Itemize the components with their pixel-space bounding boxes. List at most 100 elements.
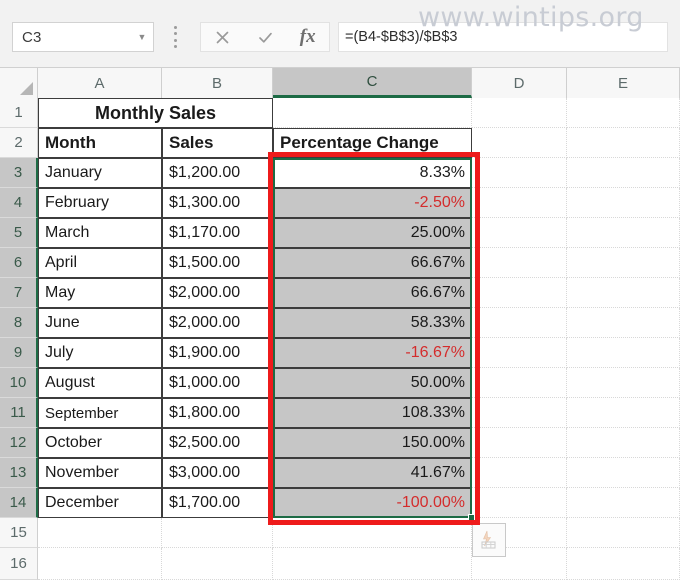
cell-D5[interactable] (472, 218, 567, 248)
cell-A1-title[interactable]: Monthly Sales (38, 98, 273, 128)
name-box[interactable]: C3 ▼ (12, 22, 154, 52)
fx-icon[interactable]: fx (286, 23, 329, 51)
cancel-x-icon[interactable] (201, 23, 244, 51)
cell-D12[interactable] (472, 428, 567, 458)
table-row-cell-month[interactable]: October (38, 428, 162, 458)
fill-handle-icon[interactable] (468, 514, 475, 521)
toolbar-grip-handle[interactable] (172, 26, 178, 48)
column-header-e[interactable]: E (567, 68, 680, 98)
table-row-cell-sales[interactable]: $1,170.00 (162, 218, 273, 248)
spreadsheet-grid[interactable]: A B C D E 1 2 3 4 5 6 7 8 9 10 11 12 13 … (0, 68, 680, 580)
cell-E7[interactable] (567, 278, 680, 308)
table-row-cell-pct[interactable]: 150.00% (273, 428, 472, 458)
cell-C1[interactable] (273, 98, 472, 128)
table-row-cell-sales[interactable]: $1,800.00 (162, 398, 273, 428)
table-row-cell-sales[interactable]: $2,000.00 (162, 308, 273, 338)
row-header-2[interactable]: 2 (0, 128, 38, 158)
table-row-cell-sales[interactable]: $2,500.00 (162, 428, 273, 458)
cell-E2[interactable] (567, 128, 680, 158)
cell-B15[interactable] (162, 518, 273, 548)
table-row-cell-month[interactable]: January (38, 158, 162, 188)
column-header-b[interactable]: B (162, 68, 273, 98)
table-row-cell-sales[interactable]: $1,500.00 (162, 248, 273, 278)
row-header-1[interactable]: 1 (0, 98, 38, 128)
confirm-check-icon[interactable] (244, 23, 287, 51)
row-header-10[interactable]: 10 (0, 368, 38, 398)
row-header-8[interactable]: 8 (0, 308, 38, 338)
row-header-11[interactable]: 11 (0, 398, 38, 428)
table-row-cell-pct[interactable]: -100.00% (273, 488, 472, 518)
cell-D8[interactable] (472, 308, 567, 338)
cell-E5[interactable] (567, 218, 680, 248)
cell-D4[interactable] (472, 188, 567, 218)
table-row-cell-pct[interactable]: 66.67% (273, 278, 472, 308)
table-row-cell-sales[interactable]: $1,200.00 (162, 158, 273, 188)
column-header-d[interactable]: D (472, 68, 567, 98)
cell-D1[interactable] (472, 98, 567, 128)
table-row-cell-month[interactable]: July (38, 338, 162, 368)
chevron-down-icon[interactable]: ▼ (131, 32, 153, 42)
table-row-cell-sales[interactable]: $1,000.00 (162, 368, 273, 398)
cell-E16[interactable] (567, 548, 680, 580)
formula-input[interactable]: =(B4-$B$3)/$B$3 (338, 22, 668, 52)
cell-B2-header-sales[interactable]: Sales (162, 128, 273, 158)
quick-analysis-icon[interactable] (472, 523, 506, 557)
cell-E12[interactable] (567, 428, 680, 458)
cell-D2[interactable] (472, 128, 567, 158)
cell-E14[interactable] (567, 488, 680, 518)
row-header-12[interactable]: 12 (0, 428, 38, 458)
cell-D9[interactable] (472, 338, 567, 368)
table-row-cell-pct[interactable]: -16.67% (273, 338, 472, 368)
cell-E9[interactable] (567, 338, 680, 368)
table-row-cell-month[interactable]: May (38, 278, 162, 308)
row-header-6[interactable]: 6 (0, 248, 38, 278)
cell-E11[interactable] (567, 398, 680, 428)
table-row-cell-month[interactable]: September (38, 398, 162, 428)
table-row-cell-pct[interactable]: 25.00% (273, 218, 472, 248)
cell-D6[interactable] (472, 248, 567, 278)
cell-C15[interactable] (273, 518, 472, 548)
row-header-13[interactable]: 13 (0, 458, 38, 488)
select-all-corner-icon[interactable] (0, 68, 38, 98)
cell-C16[interactable] (273, 548, 472, 580)
table-row-cell-pct[interactable]: 50.00% (273, 368, 472, 398)
cell-E8[interactable] (567, 308, 680, 338)
table-row-cell-month[interactable]: April (38, 248, 162, 278)
table-row-cell-pct[interactable]: 41.67% (273, 458, 472, 488)
cell-D14[interactable] (472, 488, 567, 518)
table-row-cell-pct[interactable]: 58.33% (273, 308, 472, 338)
table-row-cell-month[interactable]: November (38, 458, 162, 488)
cell-D10[interactable] (472, 368, 567, 398)
row-header-9[interactable]: 9 (0, 338, 38, 368)
row-header-5[interactable]: 5 (0, 218, 38, 248)
cell-C2-header-percentage-change[interactable]: Percentage Change (273, 128, 472, 158)
table-row-cell-sales[interactable]: $1,700.00 (162, 488, 273, 518)
table-row-cell-pct[interactable]: 8.33% (273, 158, 472, 188)
cell-D7[interactable] (472, 278, 567, 308)
table-row-cell-pct[interactable]: 108.33% (273, 398, 472, 428)
table-row-cell-sales[interactable]: $2,000.00 (162, 278, 273, 308)
cell-D13[interactable] (472, 458, 567, 488)
table-row-cell-sales[interactable]: $3,000.00 (162, 458, 273, 488)
row-header-7[interactable]: 7 (0, 278, 38, 308)
cell-E10[interactable] (567, 368, 680, 398)
table-row-cell-sales[interactable]: $1,900.00 (162, 338, 273, 368)
row-header-3[interactable]: 3 (0, 158, 38, 188)
cell-D3[interactable] (472, 158, 567, 188)
cell-D11[interactable] (472, 398, 567, 428)
cell-E15[interactable] (567, 518, 680, 548)
table-row-cell-month[interactable]: December (38, 488, 162, 518)
row-header-15[interactable]: 15 (0, 518, 38, 548)
row-header-4[interactable]: 4 (0, 188, 38, 218)
cell-E6[interactable] (567, 248, 680, 278)
cell-E13[interactable] (567, 458, 680, 488)
column-header-a[interactable]: A (38, 68, 162, 98)
column-header-c[interactable]: C (273, 68, 472, 98)
table-row-cell-month[interactable]: February (38, 188, 162, 218)
row-header-16[interactable]: 16 (0, 548, 38, 580)
cell-B16[interactable] (162, 548, 273, 580)
row-header-14[interactable]: 14 (0, 488, 38, 518)
cell-E1[interactable] (567, 98, 680, 128)
cell-E4[interactable] (567, 188, 680, 218)
table-row-cell-month[interactable]: August (38, 368, 162, 398)
